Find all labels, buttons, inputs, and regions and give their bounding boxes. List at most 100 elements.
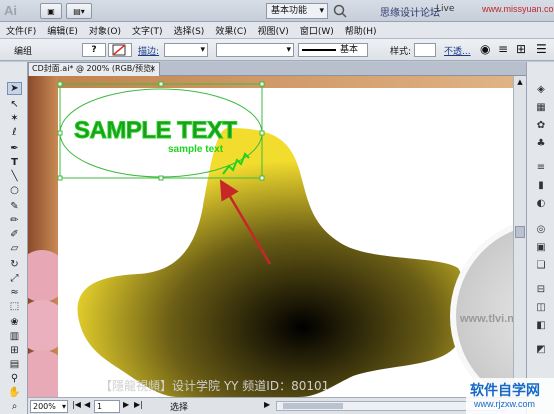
control-menu-icon[interactable]: ☰ xyxy=(536,42,547,56)
bbox-handle xyxy=(57,81,63,87)
menu-type[interactable]: 文字(T) xyxy=(132,24,163,37)
lasso-tool-icon[interactable]: ℓ xyxy=(7,126,22,139)
magic-wand-tool-icon[interactable]: ✶ xyxy=(7,112,22,125)
arrange-documents-button[interactable]: ▤▾ xyxy=(66,3,92,19)
arrange-icon: ▤▾ xyxy=(73,6,85,16)
graphic-styles-icon[interactable]: ▣ xyxy=(533,240,549,254)
symbols-icon[interactable]: ♣ xyxy=(533,136,549,150)
close-icon[interactable]: × xyxy=(149,63,156,75)
line-segment-tool-icon[interactable]: ╲ xyxy=(7,170,22,183)
menu-help[interactable]: 帮助(H) xyxy=(345,24,377,37)
last-artboard-icon[interactable]: ▶| xyxy=(134,400,143,409)
menu-window[interactable]: 窗口(W) xyxy=(300,24,334,37)
stroke-swatch[interactable] xyxy=(108,43,132,57)
layers-panel-icon[interactable]: ❏ xyxy=(533,258,549,272)
menu-edit[interactable]: 编辑(E) xyxy=(47,24,78,37)
forum-url-watermark: www.missyuan.com xyxy=(482,4,554,14)
document-tab-title: CD封面.ai* @ 200% (RGB/预览) xyxy=(32,64,155,73)
fill-swatch[interactable]: ? xyxy=(82,43,106,57)
cs-live-label[interactable]: Live xyxy=(436,4,454,14)
chevron-down-icon: ▾ xyxy=(286,45,291,55)
bbox-handle xyxy=(259,175,265,181)
graphic-style-picker[interactable] xyxy=(414,43,436,57)
scale-tool-icon[interactable]: ⤢ xyxy=(7,272,22,285)
color-guide-icon[interactable]: ◈ xyxy=(533,82,549,96)
direct-selection-tool-icon[interactable]: ↖ xyxy=(7,98,22,111)
first-artboard-icon[interactable]: |◀ xyxy=(72,400,81,409)
free-transform-tool-icon[interactable]: ⬚ xyxy=(7,300,22,313)
opacity-label[interactable]: 不透... xyxy=(444,44,471,57)
brushes-icon[interactable]: ✿ xyxy=(533,118,549,132)
watermark-brand: 软件自学网 xyxy=(470,383,540,399)
type-tool-icon[interactable]: T xyxy=(7,156,22,169)
next-artboard-icon[interactable]: ▶ xyxy=(123,400,129,409)
vertical-scrollbar[interactable]: ▲ ▼ xyxy=(513,76,526,397)
horizontal-scroll-thumb[interactable] xyxy=(283,403,343,409)
zoom-level-field[interactable]: 200% ▾ xyxy=(30,400,68,413)
transparency-panel-icon[interactable]: ◐ xyxy=(533,196,549,210)
symbol-sprayer-tool-icon[interactable]: ❀ xyxy=(7,316,22,329)
selection-type-label: 编组 xyxy=(14,47,33,57)
warp-tool-icon[interactable]: ≈ xyxy=(7,286,22,299)
bridge-button[interactable]: ▣ xyxy=(40,3,62,19)
blob-brush-tool-icon[interactable]: ✐ xyxy=(7,228,22,241)
scroll-up-icon[interactable]: ▲ xyxy=(515,78,525,88)
illustrator-logo: Ai xyxy=(4,3,17,18)
menu-select[interactable]: 选择(S) xyxy=(174,24,205,37)
menu-view[interactable]: 视图(V) xyxy=(258,24,289,37)
zoom-level-value: 200% xyxy=(33,402,56,411)
zoom-tool-icon[interactable]: ⌕ xyxy=(7,400,22,413)
document-tab-bar: CD封面.ai* @ 200% (RGB/预览) × xyxy=(28,62,526,76)
selection-tool-icon[interactable]: ➤ xyxy=(7,82,22,95)
status-mode[interactable]: 选择 xyxy=(170,400,188,413)
artwork: www.tlvi.ne SAMPLE TEXT sample text 【隱龍視… xyxy=(28,76,513,397)
rotate-tool-icon[interactable]: ↻ xyxy=(7,258,22,271)
artboard-number-field[interactable]: 1 xyxy=(94,400,120,413)
stroke-panel-icon[interactable]: ≡ xyxy=(533,160,549,174)
menu-object[interactable]: 对象(O) xyxy=(89,24,121,37)
stroke-weight-field[interactable]: ▾ xyxy=(164,43,208,57)
hand-tool-icon[interactable]: ✋ xyxy=(7,386,22,399)
scroll-thumb[interactable] xyxy=(515,226,525,238)
appearance-panel-icon[interactable]: ◎ xyxy=(533,222,549,236)
eraser-tool-icon[interactable]: ▱ xyxy=(7,242,22,255)
eyedropper-tool-icon[interactable]: ⚲ xyxy=(7,372,22,385)
pen-tool-icon[interactable]: ✒ xyxy=(7,142,22,155)
align-panel-icon[interactable]: ⊟ xyxy=(533,282,549,296)
bottom-watermark: 【隱龍視頻】设计学院 YY 频道ID：80101 xyxy=(100,378,329,393)
menu-effect[interactable]: 效果(C) xyxy=(215,24,246,37)
document-tab[interactable]: CD封面.ai* @ 200% (RGB/预览) × xyxy=(28,62,160,76)
status-menu-icon[interactable]: ▶ xyxy=(264,400,270,409)
bbox-handle xyxy=(259,81,265,87)
bbox-handle xyxy=(57,175,63,181)
brush-definition[interactable]: 基本 xyxy=(298,43,368,57)
ellipse-tool-icon[interactable]: ○ xyxy=(7,184,22,197)
watermark-url: www.rjzxw.com xyxy=(474,399,536,409)
gradient-panel-icon[interactable]: ▮ xyxy=(533,178,549,192)
pencil-tool-icon[interactable]: ✏ xyxy=(7,214,22,227)
previous-artboard-icon[interactable]: ◀ xyxy=(84,400,90,409)
gradient-tool-icon[interactable]: ▤ xyxy=(7,358,22,371)
variable-width-profile[interactable]: ▾ xyxy=(216,43,294,57)
workspace-switcher[interactable]: 基本功能 ▾ xyxy=(266,3,328,19)
recolor-artwork-icon[interactable]: ◉ xyxy=(480,42,490,56)
artboards-panel-icon[interactable]: ◩ xyxy=(533,342,549,356)
transform-icon[interactable]: ⊞ xyxy=(516,42,526,56)
pathfinder-panel-icon[interactable]: ◫ xyxy=(533,300,549,314)
search-field-icon[interactable] xyxy=(332,3,348,19)
artboard-canvas[interactable]: www.tlvi.ne SAMPLE TEXT sample text 【隱龍視… xyxy=(28,76,513,397)
paintbrush-tool-icon[interactable]: ✎ xyxy=(7,200,22,213)
mesh-tool-icon[interactable]: ⊞ xyxy=(7,344,22,357)
panel-dock: ◈ ▦ ✿ ♣ ≡ ▮ ◐ ◎ ▣ ❏ ⊟ ◫ ◧ ◩ xyxy=(526,62,554,414)
bbox-handle xyxy=(158,175,164,181)
sample-subtitle-text: sample text xyxy=(168,144,224,155)
swatches-icon[interactable]: ▦ xyxy=(533,100,549,114)
graph-tool-icon[interactable]: ▥ xyxy=(7,330,22,343)
stroke-label[interactable]: 描边: xyxy=(138,44,159,57)
application-bar: Ai ▣ ▤▾ 基本功能 ▾ 思缘设计论坛 Live www.missyuan.c… xyxy=(0,0,554,22)
style-label: 样式: xyxy=(390,47,412,57)
transform-panel-icon[interactable]: ◧ xyxy=(533,318,549,332)
chevron-down-icon: ▾ xyxy=(200,45,205,55)
menu-file[interactable]: 文件(F) xyxy=(6,24,36,37)
align-icon[interactable]: ≡ xyxy=(498,42,508,56)
